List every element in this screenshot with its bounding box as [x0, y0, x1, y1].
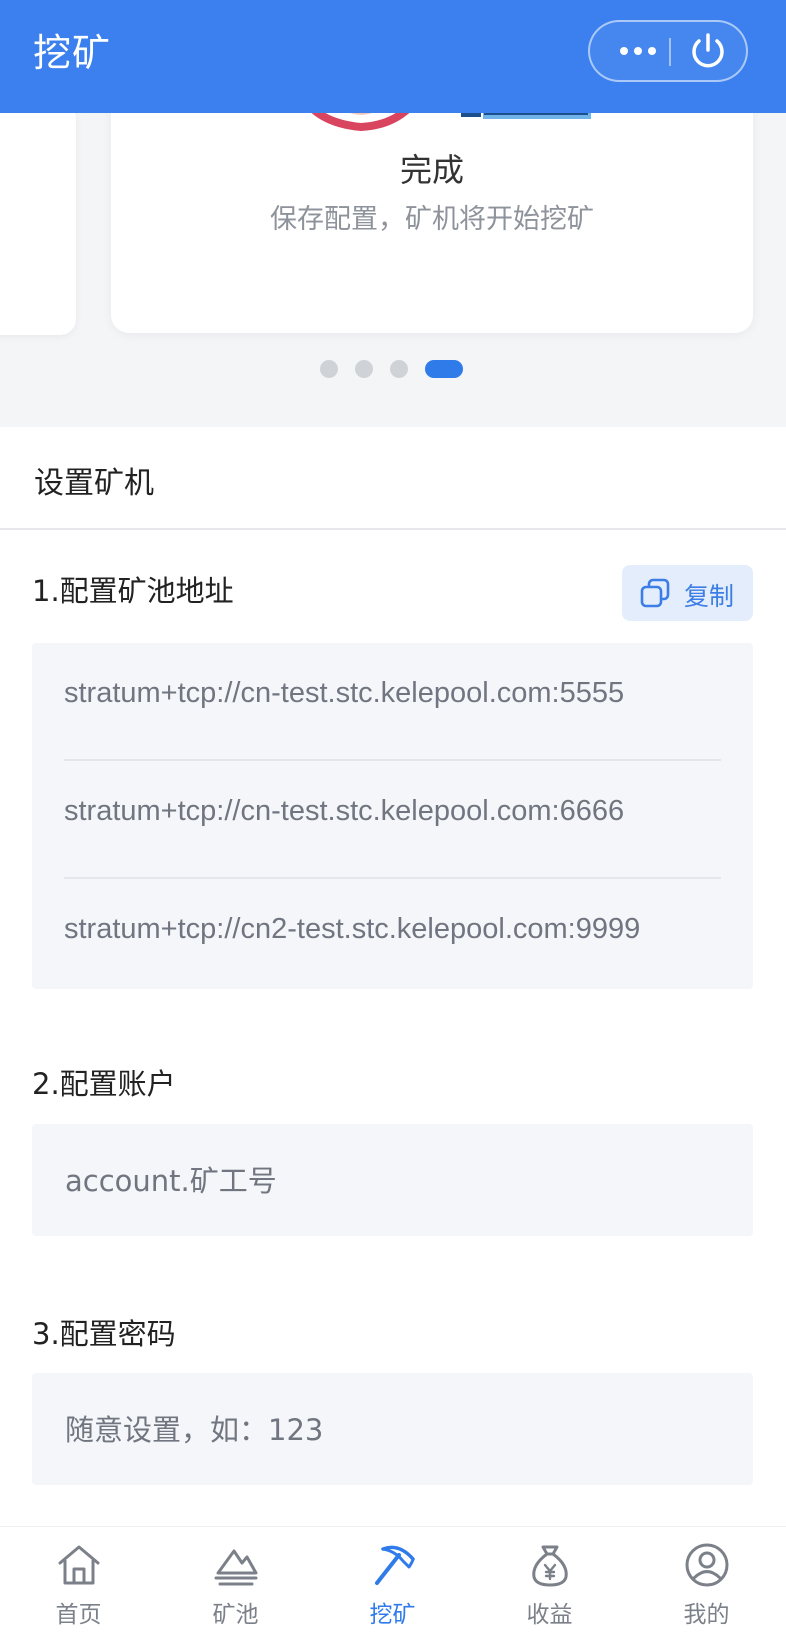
guide-carousel[interactable]: 完成 保存配置，矿机将开始挖矿 — [0, 113, 786, 427]
guide-card-subtitle: 保存配置，矿机将开始挖矿 — [270, 204, 594, 235]
tab-pool[interactable]: 矿池 — [157, 1527, 314, 1637]
tab-label: 矿池 — [212, 1602, 259, 1628]
capsule-divider — [669, 38, 671, 66]
account-label: 2.配置账户 — [32, 1067, 176, 1101]
password-value: 随意设置，如：123 — [65, 1413, 324, 1447]
top-bar: 挖矿 — [0, 0, 786, 113]
pool-address-row[interactable]: stratum+tcp://cn-test.stc.kelepool.com:5… — [64, 643, 721, 759]
more-icon[interactable] — [608, 22, 668, 80]
carousel-dot[interactable] — [355, 360, 373, 378]
tab-label: 首页 — [55, 1602, 102, 1628]
carousel-dot[interactable] — [320, 360, 338, 378]
pool-address: stratum+tcp://cn-test.stc.kelepool.com:5… — [64, 677, 625, 709]
password-label: 3.配置密码 — [32, 1317, 176, 1351]
money-bag-icon — [532, 1545, 568, 1587]
pool-address: stratum+tcp://cn-test.stc.kelepool.com:6… — [64, 795, 625, 827]
account-box[interactable]: account.矿工号 — [32, 1124, 753, 1236]
pool-address-label: 1.配置矿池地址 — [32, 574, 234, 608]
bottom-tab-bar: 首页 矿池 挖矿 收益 我的 — [0, 1526, 786, 1637]
previous-card[interactable] — [0, 113, 76, 335]
carousel-indicator — [0, 358, 786, 378]
pool-address-list: stratum+tcp://cn-test.stc.kelepool.com:5… — [32, 643, 753, 989]
pool-address-row[interactable]: stratum+tcp://cn-test.stc.kelepool.com:6… — [64, 759, 721, 877]
copy-icon — [640, 578, 670, 608]
setup-illustration-icon — [311, 113, 591, 132]
tab-profile[interactable]: 我的 — [628, 1527, 785, 1637]
tab-home[interactable]: 首页 — [0, 1527, 157, 1637]
pickaxe-icon — [375, 1545, 415, 1585]
guide-card[interactable]: 完成 保存配置，矿机将开始挖矿 — [111, 113, 753, 333]
account-value: account.矿工号 — [65, 1164, 277, 1198]
tab-mining[interactable]: 挖矿 — [314, 1527, 471, 1637]
user-icon — [685, 1543, 729, 1587]
tab-earnings[interactable]: 收益 — [471, 1527, 628, 1637]
carousel-dot-active[interactable] — [425, 360, 463, 378]
carousel-dot[interactable] — [390, 360, 408, 378]
password-box[interactable]: 随意设置，如：123 — [32, 1373, 753, 1485]
tab-label: 收益 — [526, 1602, 573, 1628]
mini-program-capsule — [588, 20, 748, 82]
pool-address: stratum+tcp://cn2-test.stc.kelepool.com:… — [64, 913, 641, 945]
divider — [0, 528, 786, 530]
section-title: 设置矿机 — [34, 466, 154, 501]
copy-button[interactable]: 复制 — [622, 565, 753, 621]
page-title: 挖矿 — [33, 31, 112, 75]
tab-label: 挖矿 — [369, 1602, 416, 1628]
tab-label: 我的 — [683, 1602, 730, 1628]
power-icon[interactable] — [678, 22, 738, 80]
copy-button-label: 复制 — [684, 582, 735, 611]
mountain-icon — [214, 1549, 258, 1586]
guide-card-title: 完成 — [399, 151, 464, 189]
pool-address-row[interactable]: stratum+tcp://cn2-test.stc.kelepool.com:… — [64, 877, 721, 995]
home-icon — [58, 1545, 100, 1585]
